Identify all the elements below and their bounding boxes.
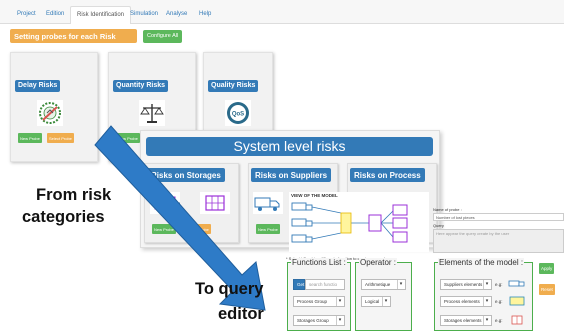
annotation-from-line1: From risk bbox=[36, 186, 112, 204]
annotation-to-line1: To query bbox=[195, 280, 264, 298]
annotation-from-line2: categories bbox=[22, 208, 105, 226]
annotation-to-line2: editor bbox=[218, 305, 264, 323]
flow-arrow-icon bbox=[94, 125, 266, 311]
